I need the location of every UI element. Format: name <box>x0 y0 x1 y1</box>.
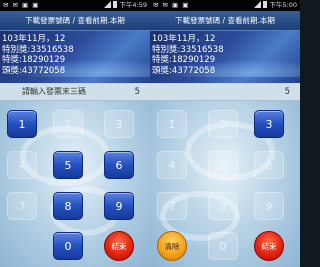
special-prize: 特別獎:33516538 <box>152 44 224 55</box>
key-9[interactable]: 9 <box>254 192 284 220</box>
period-label: 103年11月，12 <box>152 34 216 44</box>
left-screen: ✉ ✉ ▣ ▣ 下午4:59 下載發票號碼 / 查看前期.本期 103年11月，… <box>0 0 150 267</box>
prize-info: 103年11月，12 特別獎:33516538 特獎:18290129 頭獎:4… <box>150 31 300 83</box>
entered-digits: 5 <box>134 87 140 97</box>
key-7[interactable]: 7 <box>7 192 37 220</box>
battery-icon <box>113 1 118 8</box>
right-screen: ✉ ✉ ▣ ▣ 下午5:00 下載發票號碼 / 查看前期.本期 103年11月，… <box>150 0 300 267</box>
download-numbers-button[interactable]: 下載發票號碼 / 查看前期.本期 <box>0 11 150 31</box>
download-numbers-button[interactable]: 下載發票號碼 / 查看前期.本期 <box>150 11 300 31</box>
notification-icons: ✉ ✉ ▣ ▣ <box>153 1 190 9</box>
input-prompt-bar: 請輸入發票末三碼 5 <box>0 83 150 101</box>
key-9[interactable]: 9 <box>104 192 134 220</box>
status-bar: ✉ ✉ ▣ ▣ 下午5:00 <box>150 0 300 11</box>
status-time: 下午4:59 <box>119 1 147 9</box>
key-5[interactable]: 5 <box>53 151 83 179</box>
prompt-text: 請輸入發票末三碼 <box>22 87 86 96</box>
key-8[interactable]: 8 <box>208 192 238 220</box>
period-label: 103年11月，12 <box>2 34 66 44</box>
exit-button[interactable]: 結束 <box>104 231 134 261</box>
signal-icon <box>104 1 112 8</box>
exit-button[interactable]: 結束 <box>254 231 284 261</box>
key-1[interactable]: 1 <box>157 110 187 138</box>
key-2[interactable]: 2 <box>208 110 238 138</box>
clear-button[interactable]: 清除 <box>157 231 187 261</box>
first-prize: 頭獎:43772058 <box>2 65 66 76</box>
key-3[interactable]: 3 <box>254 110 284 138</box>
special-prize: 特別獎:33516538 <box>2 44 74 55</box>
key-8[interactable]: 8 <box>53 192 83 220</box>
key-3[interactable]: 3 <box>104 110 134 138</box>
entered-digits: 5 <box>284 87 290 97</box>
key-5[interactable]: 5 <box>208 151 238 179</box>
notification-icons: ✉ ✉ ▣ ▣ <box>3 1 40 9</box>
key-1[interactable]: 1 <box>7 110 37 138</box>
battery-icon <box>263 1 268 8</box>
grand-prize: 特獎:18290129 <box>2 55 66 65</box>
prize-info: 103年11月，12 特別獎:33516538 特獎:18290129 頭獎:4… <box>0 31 150 83</box>
input-prompt-bar: 5 <box>150 83 300 101</box>
key-4[interactable]: 4 <box>157 151 187 179</box>
key-6[interactable]: 6 <box>254 151 284 179</box>
signal-icon <box>254 1 262 8</box>
first-prize: 頭獎:43772058 <box>152 65 216 76</box>
keypad: 1 2 3 4 5 6 7 8 9 0 結束 <box>0 101 150 267</box>
status-bar: ✉ ✉ ▣ ▣ 下午4:59 <box>0 0 150 11</box>
key-2[interactable]: 2 <box>53 110 83 138</box>
keypad: 1 2 3 4 5 6 7 8 9 清除 0 結束 <box>150 101 300 267</box>
key-0[interactable]: 0 <box>53 232 83 260</box>
grand-prize: 特獎:18290129 <box>152 55 216 65</box>
status-time: 下午5:00 <box>269 1 297 9</box>
key-4[interactable]: 4 <box>7 151 37 179</box>
key-0[interactable]: 0 <box>208 232 238 260</box>
key-7[interactable]: 7 <box>157 192 187 220</box>
key-6[interactable]: 6 <box>104 151 134 179</box>
